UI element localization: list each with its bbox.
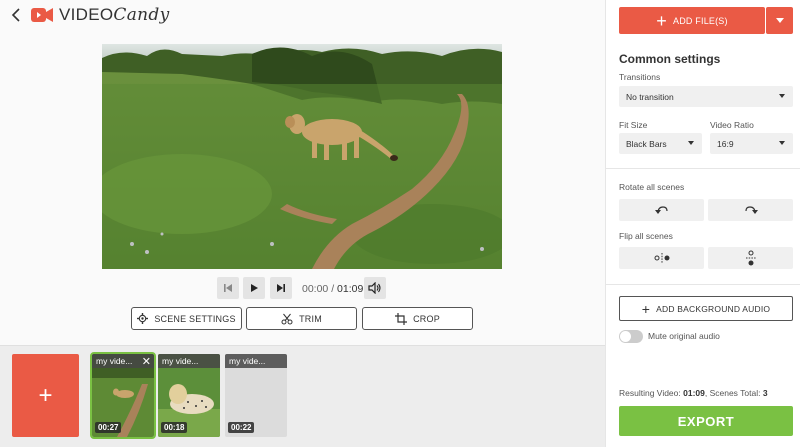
flip-vertical-button[interactable]	[708, 247, 793, 269]
clip-duration: 00:22	[228, 422, 255, 433]
export-label: EXPORT	[677, 413, 735, 429]
time-display: 00:00 / 01:09	[302, 283, 364, 295]
scene-settings-button[interactable]: SCENE SETTINGS	[131, 307, 242, 330]
rotate-left-icon	[654, 206, 668, 214]
skip-back-icon	[224, 284, 232, 292]
plus-icon: +	[641, 300, 651, 317]
scissors-icon	[281, 313, 293, 324]
timeline: + my vide... ✕ 00:27 my vide... 00:18 my…	[0, 345, 605, 447]
mute-label: Mute original audio	[648, 331, 720, 341]
settings-sidebar: + ADD FILE(S) Common settings Transition…	[605, 0, 800, 447]
rotate-label: Rotate all scenes	[619, 182, 685, 192]
video-ratio-select[interactable]: 16:9	[710, 133, 793, 154]
chevron-down-icon	[779, 94, 785, 98]
timeline-clip[interactable]: my vide... 00:18	[158, 354, 220, 437]
clip-title: my vide...	[225, 354, 287, 368]
timeline-clip[interactable]: my vide... 00:22	[225, 354, 287, 437]
export-button[interactable]: EXPORT	[619, 406, 793, 436]
flip-vertical-icon	[745, 250, 756, 266]
timeline-clip[interactable]: my vide... ✕ 00:27	[90, 352, 156, 439]
skip-back-button[interactable]	[217, 277, 239, 299]
flip-horizontal-icon	[654, 253, 669, 263]
play-button[interactable]	[243, 277, 265, 299]
add-scene-button[interactable]: +	[12, 354, 79, 437]
scene-settings-label: SCENE SETTINGS	[154, 313, 236, 324]
mute-toggle[interactable]	[619, 330, 643, 343]
trim-label: TRIM	[299, 313, 322, 324]
volume-button[interactable]	[364, 277, 386, 299]
back-arrow-icon[interactable]	[9, 6, 25, 24]
transitions-label: Transitions	[619, 72, 661, 82]
chevron-down-icon	[775, 18, 784, 23]
add-files-button[interactable]: + ADD FILE(S)	[619, 7, 765, 34]
logo-text: VIDEOCandy	[59, 5, 170, 25]
add-background-audio-button[interactable]: + ADD BACKGROUND AUDIO	[619, 296, 793, 321]
plus-icon: +	[38, 381, 53, 409]
crop-label: CROP	[413, 313, 440, 324]
crop-icon	[395, 312, 408, 325]
clip-title: my vide...	[158, 354, 220, 368]
crop-button[interactable]: CROP	[362, 307, 473, 330]
rotate-right-icon	[744, 206, 758, 214]
add-files-label: ADD FILE(S)	[673, 15, 728, 26]
editor-main: VIDEOCandy 00:00 / 01:09 SCENE SETTINGS …	[0, 0, 605, 345]
fit-size-value: Black Bars	[626, 139, 667, 149]
video-preview[interactable]	[102, 44, 502, 269]
flip-horizontal-button[interactable]	[619, 247, 704, 269]
video-ratio-label: Video Ratio	[710, 120, 754, 130]
video-frame-image	[102, 44, 502, 269]
rotate-right-button[interactable]	[708, 199, 793, 221]
add-files-dropdown-button[interactable]	[766, 7, 793, 34]
bg-audio-label: ADD BACKGROUND AUDIO	[656, 303, 771, 314]
chevron-down-icon	[688, 141, 694, 145]
flip-label: Flip all scenes	[619, 231, 673, 241]
fit-size-label: Fit Size	[619, 120, 648, 130]
play-icon	[251, 284, 258, 292]
gear-icon	[137, 313, 149, 324]
rotate-left-button[interactable]	[619, 199, 704, 221]
skip-forward-button[interactable]	[270, 277, 292, 299]
transitions-select[interactable]: No transition	[619, 86, 793, 107]
logo[interactable]: VIDEOCandy	[31, 4, 169, 26]
chevron-down-icon	[779, 141, 785, 145]
plus-icon: +	[656, 10, 667, 31]
clip-duration: 00:27	[95, 422, 122, 433]
speaker-icon	[368, 282, 381, 294]
transitions-value: No transition	[626, 92, 674, 102]
clip-duration: 00:18	[161, 422, 188, 433]
fit-size-select[interactable]: Black Bars	[619, 133, 702, 154]
close-icon[interactable]: ✕	[142, 355, 151, 368]
skip-forward-icon	[277, 284, 285, 292]
section-title: Common settings	[619, 52, 721, 66]
result-summary: Resulting Video: 01:09, Scenes Total: 3	[619, 388, 768, 398]
divider	[606, 284, 800, 285]
trim-button[interactable]: TRIM	[246, 307, 357, 330]
video-camera-icon	[31, 8, 53, 22]
divider	[606, 168, 800, 169]
video-ratio-value: 16:9	[717, 139, 734, 149]
